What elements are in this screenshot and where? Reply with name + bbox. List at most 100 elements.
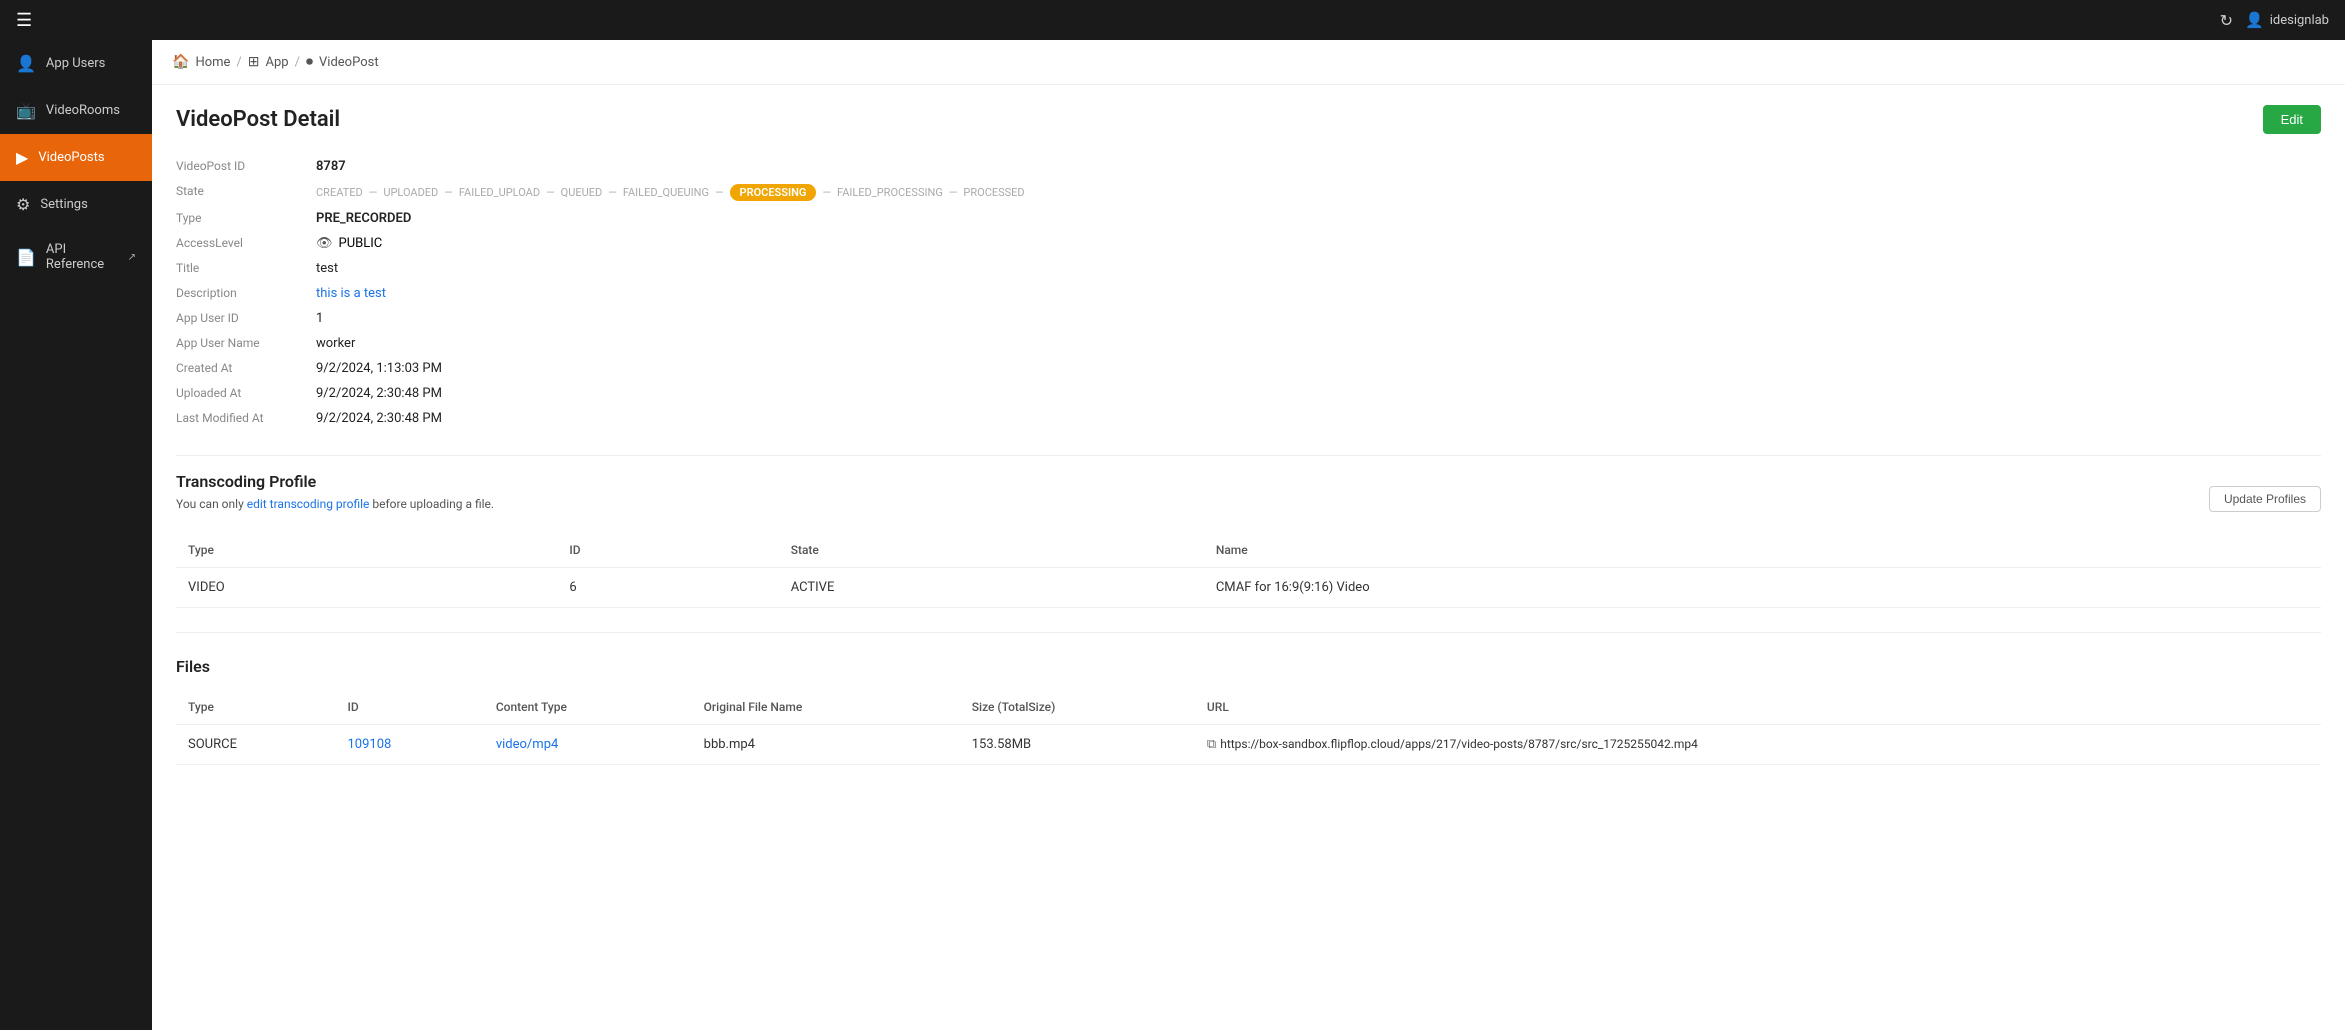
- app-user-id-label: App User ID: [176, 311, 316, 325]
- app-users-icon: 👤: [16, 54, 36, 73]
- app-user-name-label: App User Name: [176, 336, 316, 350]
- app-grid-icon: ⊞: [248, 54, 260, 70]
- detail-section: VideoPost ID 8787 State CREATED—UPLOADED…: [176, 154, 2321, 431]
- sidebar-label-app-users: App Users: [46, 56, 105, 71]
- type-label: Type: [176, 211, 316, 225]
- transcoding-title: Transcoding Profile: [176, 472, 494, 491]
- field-type: Type PRE_RECORDED: [176, 206, 2321, 231]
- breadcrumb-sep-2: /: [295, 55, 300, 70]
- transcoding-section: Transcoding Profile You can only edit tr…: [176, 472, 2321, 608]
- created-at-label: Created At: [176, 361, 316, 375]
- uploaded-at-label: Uploaded At: [176, 386, 316, 400]
- files-col-type: Type: [176, 690, 336, 725]
- transcoding-table-header-row: Type ID State Name: [176, 533, 2321, 568]
- files-col-size: Size (TotalSize): [960, 690, 1195, 725]
- sidebar-item-videoposts[interactable]: ▶ VideoPosts: [0, 134, 152, 181]
- state-arrow-5: —: [822, 186, 831, 199]
- file-url: ⧉https://box-sandbox.flipflop.cloud/apps…: [1195, 725, 2321, 765]
- app-user-name-value: worker: [316, 336, 355, 351]
- access-level-text: PUBLIC: [339, 236, 383, 251]
- state-item-queued: QUEUED: [561, 186, 603, 199]
- state-item-created: CREATED: [316, 186, 363, 199]
- last-modified-at-label: Last Modified At: [176, 411, 316, 425]
- table-row: SOURCE 109108 video/mp4 bbb.mp4 153.58MB…: [176, 725, 2321, 765]
- copy-icon[interactable]: ⧉: [1207, 737, 1216, 752]
- edit-button[interactable]: Edit: [2263, 105, 2321, 134]
- user-icon: 👤: [2245, 11, 2264, 29]
- sidebar-label-videoposts: VideoPosts: [38, 150, 104, 165]
- field-state: State CREATED—UPLOADED—FAILED_UPLOAD—QUE…: [176, 179, 2321, 206]
- breadcrumb: 🏠 Home / ⊞ App / ⏺ VideoPost: [152, 40, 2345, 85]
- app-user-id-value: 1: [316, 311, 323, 326]
- col-header-id: ID: [557, 533, 778, 568]
- access-level-label: AccessLevel: [176, 236, 316, 250]
- last-modified-at-value: 9/2/2024, 2:30:48 PM: [316, 411, 442, 426]
- content-area: 🏠 Home / ⊞ App / ⏺ VideoPost VideoPost D…: [152, 40, 2345, 1030]
- transcoding-name: CMAF for 16:9(9:16) Video: [1204, 568, 2321, 608]
- files-section: Files Type ID Content Type Original File…: [176, 657, 2321, 765]
- state-item-failed_queuing: FAILED_QUEUING: [623, 186, 709, 199]
- breadcrumb-app[interactable]: App: [266, 55, 289, 70]
- sidebar: 👤 App Users 📺 VideoRooms ▶ VideoPosts ⚙ …: [0, 40, 152, 1030]
- field-access-level: AccessLevel 👁 PUBLIC: [176, 231, 2321, 256]
- col-header-type: Type: [176, 533, 557, 568]
- state-item-processing: PROCESSING: [730, 184, 817, 201]
- state-item-failed_upload: FAILED_UPLOAD: [459, 186, 540, 199]
- file-original-name: bbb.mp4: [692, 725, 960, 765]
- main-layout: 👤 App Users 📺 VideoRooms ▶ VideoPosts ⚙ …: [0, 40, 2345, 1030]
- file-type: SOURCE: [176, 725, 336, 765]
- sidebar-item-app-users[interactable]: 👤 App Users: [0, 40, 152, 87]
- sidebar-label-videorooms: VideoRooms: [46, 103, 120, 118]
- external-link-icon: ↗: [128, 252, 136, 263]
- field-app-user-id: App User ID 1: [176, 306, 2321, 331]
- breadcrumb-sep-1: /: [236, 55, 241, 70]
- created-at-value: 9/2/2024, 1:13:03 PM: [316, 361, 442, 376]
- username-label: idesignlab: [2270, 13, 2329, 28]
- videorooms-icon: 📺: [16, 101, 36, 120]
- breadcrumb-home[interactable]: Home: [195, 55, 230, 70]
- breadcrumb-current: VideoPost: [319, 55, 379, 70]
- files-header-row: Type ID Content Type Original File Name …: [176, 690, 2321, 725]
- description-value: this is a test: [316, 286, 386, 301]
- transcoding-table-head: Type ID State Name: [176, 533, 2321, 568]
- api-reference-icon: 📄: [16, 248, 36, 267]
- eye-icon: 👁: [316, 236, 333, 251]
- files-col-url: URL: [1195, 690, 2321, 725]
- state-arrow-6: —: [949, 186, 958, 199]
- description-label: Description: [176, 286, 316, 300]
- refresh-icon[interactable]: ↻: [2220, 11, 2233, 30]
- state-item-uploaded: UPLOADED: [383, 186, 438, 199]
- col-header-name: Name: [1204, 533, 2321, 568]
- update-profiles-button[interactable]: Update Profiles: [2209, 486, 2321, 512]
- sidebar-item-videorooms[interactable]: 📺 VideoRooms: [0, 87, 152, 134]
- topbar-left: ☰: [16, 10, 32, 31]
- state-arrow-1: —: [444, 186, 453, 199]
- videopost-icon-breadcrumb: ⏺: [306, 54, 313, 70]
- state-arrow-4: —: [715, 186, 724, 199]
- section-divider-2: [176, 632, 2321, 633]
- subtitle-suffix: before uploading a file.: [372, 497, 494, 511]
- sidebar-item-api-reference[interactable]: 📄 API Reference ↗: [0, 228, 152, 286]
- state-arrow-2: —: [546, 186, 555, 199]
- settings-icon: ⚙: [16, 195, 30, 214]
- field-title: Title test: [176, 256, 2321, 281]
- videopost-id-value: 8787: [316, 159, 346, 174]
- field-uploaded-at: Uploaded At 9/2/2024, 2:30:48 PM: [176, 381, 2321, 406]
- file-content-type: video/mp4: [484, 725, 692, 765]
- menu-icon[interactable]: ☰: [16, 10, 32, 31]
- files-table-head: Type ID Content Type Original File Name …: [176, 690, 2321, 725]
- field-description: Description this is a test: [176, 281, 2321, 306]
- home-icon: 🏠: [172, 54, 189, 70]
- access-level-value: 👁 PUBLIC: [316, 236, 382, 251]
- type-value: PRE_RECORDED: [316, 211, 411, 226]
- files-col-original-file-name: Original File Name: [692, 690, 960, 725]
- files-col-content-type: Content Type: [484, 690, 692, 725]
- subtitle-prefix: You can only: [176, 497, 247, 511]
- page-title: VideoPost Detail: [176, 107, 340, 132]
- field-videopost-id: VideoPost ID 8787: [176, 154, 2321, 179]
- subtitle-link[interactable]: edit transcoding profile: [247, 497, 370, 511]
- sidebar-item-settings[interactable]: ⚙ Settings: [0, 181, 152, 228]
- topbar-user: 👤 idesignlab: [2245, 11, 2329, 29]
- state-item-processed: PROCESSED: [963, 186, 1024, 199]
- state-arrow-3: —: [608, 186, 617, 199]
